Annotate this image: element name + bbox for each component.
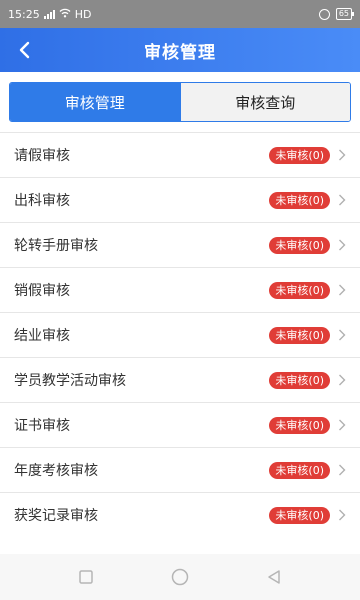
home-button[interactable] <box>168 565 192 589</box>
signal-icon <box>43 9 55 19</box>
review-list: 请假审核 未审核(0) 出科审核 未审核(0) 轮转手册审核 未审核(0) 销假审核 未审核(… <box>0 132 360 537</box>
header-bar: 审核管理 <box>0 28 360 72</box>
list-item[interactable]: 证书审核 未审核(0) <box>0 402 360 447</box>
square-icon <box>79 570 93 584</box>
list-item[interactable]: 请假审核 未审核(0) <box>0 132 360 177</box>
chevron-right-icon <box>338 463 348 477</box>
list-item-label: 结业审核 <box>14 328 70 344</box>
list-item-label: 销假审核 <box>14 283 70 299</box>
tab-review-manage[interactable]: 审核管理 <box>10 83 180 121</box>
alarm-icon <box>318 8 330 20</box>
recent-apps-button[interactable] <box>74 565 98 589</box>
list-item-label: 获奖记录审核 <box>14 508 98 524</box>
status-badge: 未审核(0) <box>269 236 330 254</box>
list-item[interactable]: 结业审核 未审核(0) <box>0 312 360 357</box>
list-item[interactable]: 学员教学活动审核 未审核(0) <box>0 357 360 402</box>
status-badge: 未审核(0) <box>269 371 330 389</box>
list-item-label: 年度考核审核 <box>14 463 98 479</box>
tab-review-query[interactable]: 审核查询 <box>179 83 350 121</box>
list-item[interactable]: 年度考核审核 未审核(0) <box>0 447 360 492</box>
list-item-label: 轮转手册审核 <box>14 238 98 254</box>
status-badge: 未审核(0) <box>269 281 330 299</box>
list-item-label: 学员教学活动审核 <box>14 373 126 389</box>
chevron-left-icon <box>19 41 30 59</box>
circle-icon <box>171 568 189 586</box>
chevron-right-icon <box>338 418 348 432</box>
chevron-right-icon <box>338 238 348 252</box>
chevron-right-icon <box>338 193 348 207</box>
page-title: 审核管理 <box>144 42 216 63</box>
chevron-right-icon <box>338 328 348 342</box>
system-back-button[interactable] <box>262 565 286 589</box>
list-item-label: 证书审核 <box>14 418 70 434</box>
list-item[interactable]: 销假审核 未审核(0) <box>0 267 360 312</box>
back-button[interactable] <box>10 36 38 64</box>
status-badge: 未审核(0) <box>269 326 330 344</box>
list-item-label: 出科审核 <box>14 193 70 209</box>
status-badge: 未审核(0) <box>269 191 330 209</box>
status-badge: 未审核(0) <box>269 416 330 434</box>
list-item-label: 请假审核 <box>14 148 70 164</box>
triangle-back-icon <box>268 570 280 584</box>
status-badge: 未审核(0) <box>269 146 330 164</box>
chevron-right-icon <box>338 373 348 387</box>
list-item[interactable]: 获奖记录审核 未审核(0) <box>0 492 360 537</box>
wifi-icon <box>59 8 71 21</box>
network-type: HD <box>74 7 92 21</box>
status-right: 65 <box>318 8 355 20</box>
list-item[interactable]: 出科审核 未审核(0) <box>0 177 360 222</box>
chevron-right-icon <box>338 508 348 522</box>
battery-icon: 65 <box>335 8 355 20</box>
status-bar: 15:25 HD 65 <box>0 0 360 28</box>
status-badge: 未审核(0) <box>269 506 330 524</box>
system-nav-bar <box>0 554 360 600</box>
status-badge: 未审核(0) <box>269 461 330 479</box>
status-time: 15:25 <box>8 7 40 21</box>
chevron-right-icon <box>338 283 348 297</box>
chevron-right-icon <box>338 148 348 162</box>
status-left: 15:25 HD <box>8 8 91 21</box>
tab-bar: 审核管理 审核查询 <box>9 82 351 122</box>
list-item[interactable]: 轮转手册审核 未审核(0) <box>0 222 360 267</box>
